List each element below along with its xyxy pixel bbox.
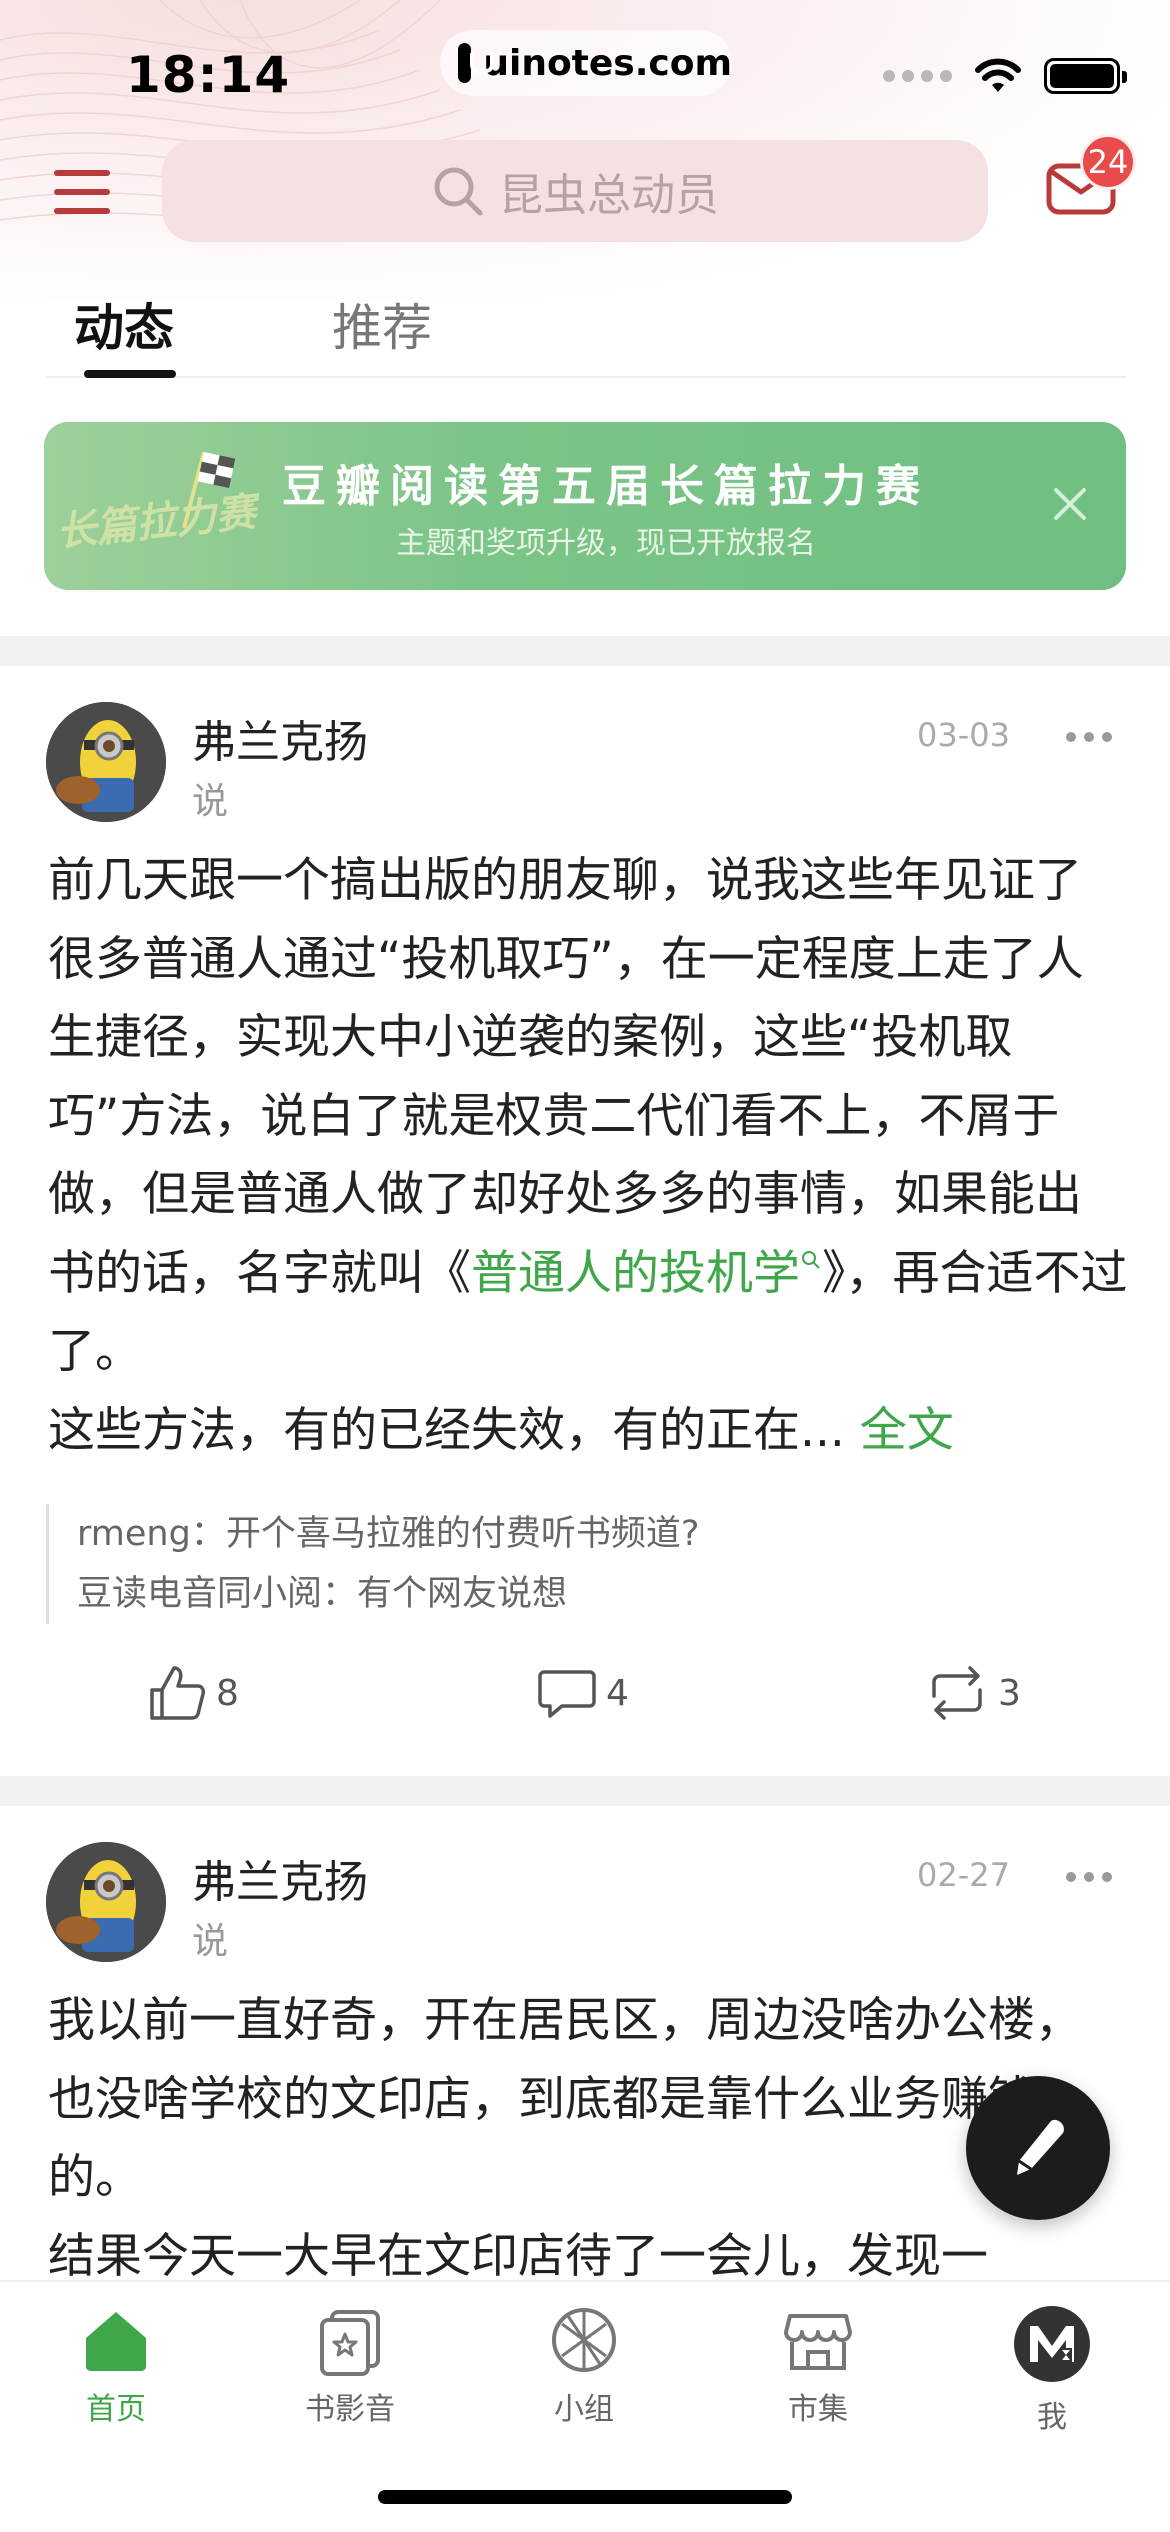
mail-badge: 24 [1080, 134, 1136, 190]
post-actions: 8 4 3 [0, 1662, 1170, 1742]
post-text-part: 结果今天一大早在文印店待了一会儿，发现一 [48, 2228, 988, 2281]
post-date: 03-03 [917, 716, 1010, 754]
comment-text: 开个喜马拉雅的付费听书频道? [225, 1514, 700, 1554]
search-icon [434, 167, 483, 216]
status-bar: 18:14 uinotes.com [0, 0, 1170, 140]
tabbar-item-market[interactable]: 市集 [738, 2304, 898, 2428]
reshare-button[interactable]: 3 [924, 1662, 1021, 1724]
tabbar-item-home[interactable]: 首页 [36, 2304, 196, 2428]
like-count: 8 [216, 1672, 239, 1714]
post-body[interactable]: 前几天跟一个搞出版的朋友聊，说我这些年见证了很多普通人通过“投机取巧”，在一定程… [48, 842, 1128, 1470]
tabbar-item-me[interactable]: 我 [972, 2304, 1132, 2436]
banner-art-text: 长篇拉力赛 [54, 490, 263, 555]
menu-button[interactable] [54, 170, 110, 214]
tabbar-label: 我 [1037, 2400, 1067, 2435]
comment-user: rmeng： [77, 1514, 226, 1554]
comment-user: 豆读电音同小阅： [77, 1574, 358, 1614]
search-placeholder: 昆虫总动员 [499, 170, 719, 221]
status-time: 18:14 [126, 46, 291, 104]
compose-button[interactable] [966, 2076, 1110, 2220]
post-date: 02-27 [917, 1856, 1010, 1894]
comment-item: 豆读电音同小阅：有个网友说想 [77, 1564, 699, 1624]
home-icon [86, 2312, 146, 2371]
avatar[interactable] [46, 702, 166, 822]
comment-text: 有个网友说想 [357, 1574, 568, 1614]
section-divider [0, 636, 1170, 666]
full-text-link[interactable]: 全文 [860, 1403, 954, 1458]
banner-subtitle: 主题和奖项升级，现已开放报名 [396, 526, 816, 561]
section-divider [0, 1776, 1170, 1806]
group-icon [552, 2308, 616, 2372]
post-text-part: 我以前一直好奇，开在居民区，周边没啥办公楼，也没啥学校的文印店，到底都是靠什么业… [48, 1993, 1082, 2205]
signal-icon [883, 70, 952, 82]
battery-icon [1044, 58, 1127, 94]
url-text: uinotes.com [483, 42, 732, 84]
tabbar-label: 首页 [86, 2392, 146, 2427]
search-bar[interactable]: 昆虫总动员 [162, 140, 988, 242]
pen-icon [1017, 2119, 1064, 2175]
post-verb: 说 [192, 781, 229, 822]
market-icon [784, 2314, 852, 2370]
home-indicator [378, 2490, 792, 2504]
tabbar-item-media[interactable]: 书影音 [270, 2304, 430, 2428]
site-icon [458, 43, 495, 83]
feed-post: 弗兰克扬 说 02-27 我以前一直好奇，开在居民区，周边没啥办公楼，也没啥学校… [0, 1806, 1170, 2280]
book-link[interactable]: 普通人的投机学 [471, 1246, 800, 1301]
tabbar-label: 小组 [554, 2392, 614, 2427]
status-icons [883, 58, 1127, 94]
author-name[interactable]: 弗兰克扬 [192, 706, 368, 770]
post-verb: 说 [192, 1921, 229, 1962]
avatar[interactable] [46, 1842, 166, 1962]
wifi-icon [975, 58, 1021, 92]
comment-button[interactable]: 4 [536, 1662, 629, 1724]
more-options-icon[interactable] [1066, 1872, 1112, 1882]
close-icon[interactable] [1052, 486, 1088, 522]
post-text-part: 这些方法，有的已经失效，有的正在... [48, 1402, 845, 1458]
tabbar-label: 书影音 [305, 2392, 395, 2427]
active-tab-indicator [84, 370, 176, 378]
tabbar-item-group[interactable]: 小组 [504, 2304, 664, 2428]
tabbar-label: 市集 [788, 2392, 848, 2427]
comment-preview[interactable]: rmeng：开个喜马拉雅的付费听书频道? 豆读电音同小阅：有个网友说想 [46, 1504, 699, 1624]
reshare-icon [932, 1666, 982, 1720]
reshare-count: 3 [998, 1672, 1021, 1714]
promo-banner[interactable]: 长篇拉力赛 豆瓣阅读第五届长篇拉力赛 主题和奖项升级，现已开放报名 [44, 422, 1126, 590]
search-link-icon [802, 1250, 820, 1269]
like-button[interactable]: 8 [146, 1662, 239, 1724]
comment-count: 4 [606, 1672, 629, 1714]
url-pill[interactable]: uinotes.com [440, 30, 732, 96]
post-body[interactable]: 我以前一直好奇，开在居民区，周边没啥办公楼，也没啥学校的文印店，到底都是靠什么业… [48, 1982, 1128, 2280]
comment-icon [538, 1670, 596, 1718]
banner-title: 豆瓣阅读第五届长篇拉力赛 [282, 461, 930, 512]
comment-item: rmeng：开个喜马拉雅的付费听书频道? [77, 1504, 699, 1564]
book-movie-icon [320, 2310, 380, 2376]
feed-tabs: 动态 推荐 [46, 288, 1126, 378]
author-name[interactable]: 弗兰克扬 [192, 1846, 368, 1910]
profile-icon [1014, 2306, 1090, 2382]
tab-activity[interactable]: 动态 [74, 288, 174, 360]
tab-recommend[interactable]: 推荐 [332, 288, 432, 360]
more-options-icon[interactable] [1066, 732, 1112, 742]
feed-post: 弗兰克扬 说 03-03 前几天跟一个搞出版的朋友聊，说我这些年见证了很多普通人… [0, 666, 1170, 1776]
post-text-part: 前几天跟一个搞出版的朋友聊，说我这些年见证了很多普通人通过“投机取巧”，在一定程… [48, 853, 1084, 1301]
thumbs-up-icon [150, 1666, 205, 1720]
